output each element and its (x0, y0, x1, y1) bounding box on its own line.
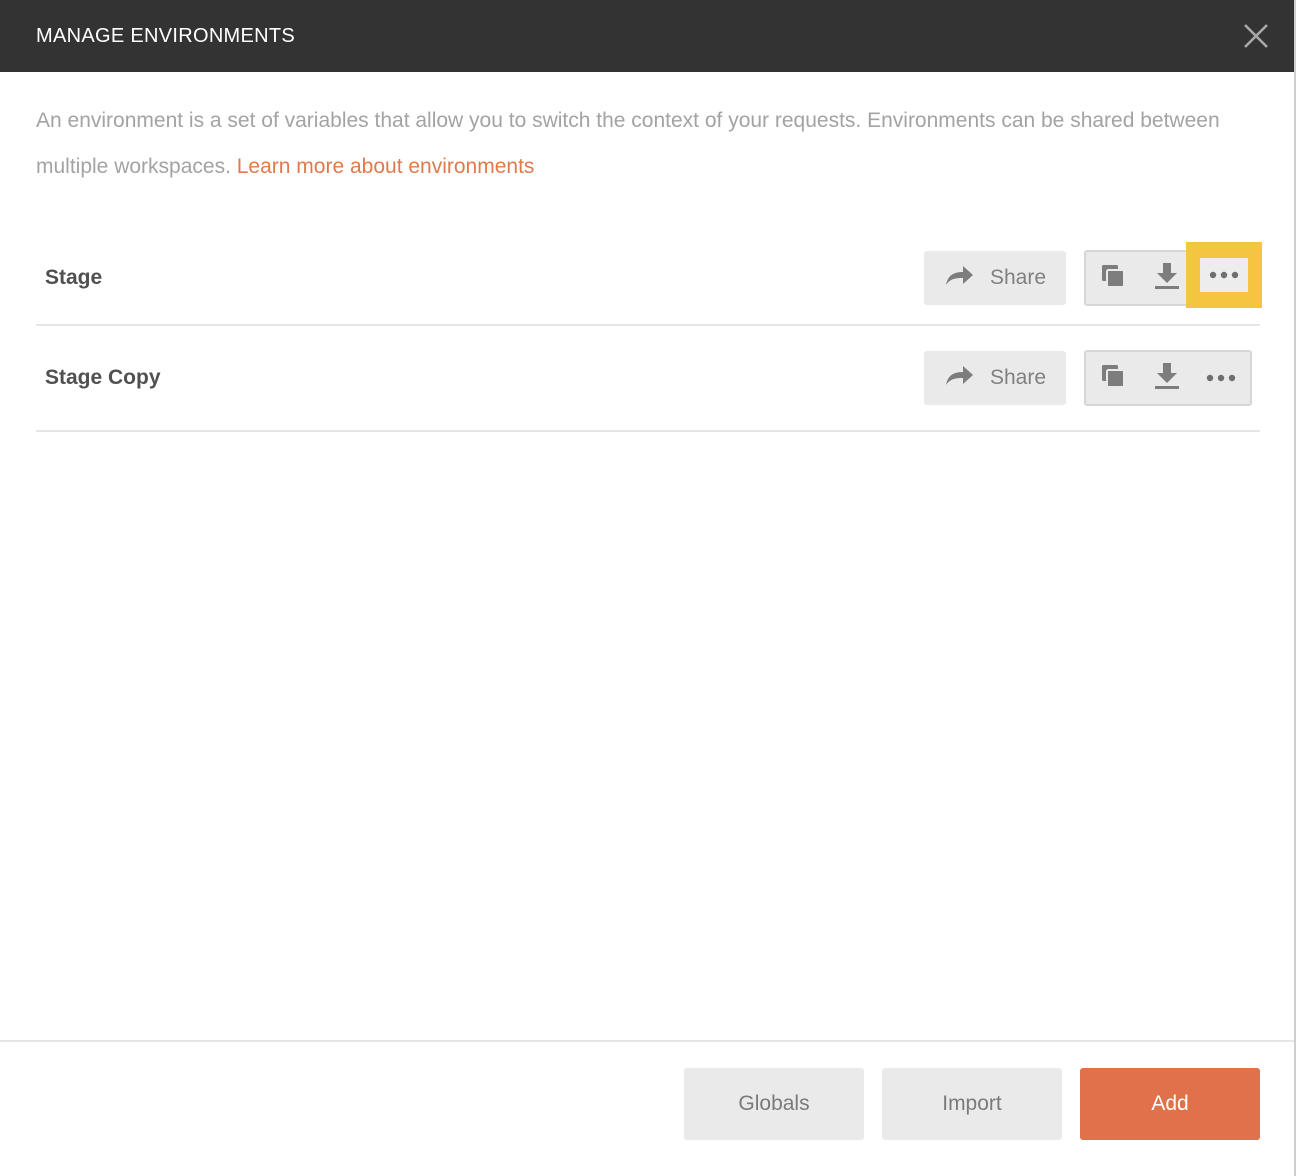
environment-row[interactable]: Stage Share (36, 232, 1262, 326)
duplicate-icon (1100, 363, 1126, 394)
close-icon[interactable] (1242, 22, 1270, 50)
download-icon (1154, 262, 1180, 295)
more-icon (1206, 369, 1236, 387)
share-arrow-icon (944, 364, 974, 392)
description-text: An environment is a set of variables tha… (36, 109, 1220, 178)
environment-button-group (1084, 350, 1252, 406)
add-button[interactable]: Add (1080, 1068, 1260, 1140)
highlight-box (1186, 242, 1262, 308)
environment-name[interactable]: Stage (45, 266, 102, 290)
more-button[interactable] (1194, 352, 1248, 404)
more-icon (1209, 266, 1239, 284)
modal-footer: Globals Import Add (0, 1040, 1294, 1176)
environment-button-group (1084, 242, 1262, 308)
share-label: Share (989, 366, 1047, 389)
environment-actions: Share (924, 242, 1262, 308)
description: An environment is a set of variables tha… (36, 98, 1256, 190)
environment-list: Stage Share Stage Copy Share (36, 232, 1262, 432)
globals-button[interactable]: Globals (684, 1068, 864, 1140)
share-arrow-icon (944, 264, 974, 292)
import-button[interactable]: Import (882, 1068, 1062, 1140)
more-button[interactable] (1186, 242, 1262, 308)
download-button[interactable] (1140, 352, 1194, 404)
environment-actions: Share (924, 350, 1252, 406)
duplicate-button[interactable] (1086, 252, 1140, 304)
manage-environments-modal: MANAGE ENVIRONMENTS An environment is a … (0, 0, 1296, 1176)
learn-more-link[interactable]: Learn more about environments (237, 155, 535, 178)
duplicate-icon (1100, 263, 1126, 294)
modal-title: MANAGE ENVIRONMENTS (36, 24, 296, 47)
download-icon (1154, 362, 1180, 395)
modal-header: MANAGE ENVIRONMENTS (0, 0, 1294, 72)
environment-row[interactable]: Stage Copy Share (36, 326, 1260, 432)
share-button[interactable]: Share (924, 251, 1066, 305)
share-label: Share (989, 266, 1047, 289)
more-button-inner (1200, 258, 1248, 292)
duplicate-button[interactable] (1086, 352, 1140, 404)
environment-name[interactable]: Stage Copy (45, 366, 161, 390)
share-button[interactable]: Share (924, 351, 1066, 405)
